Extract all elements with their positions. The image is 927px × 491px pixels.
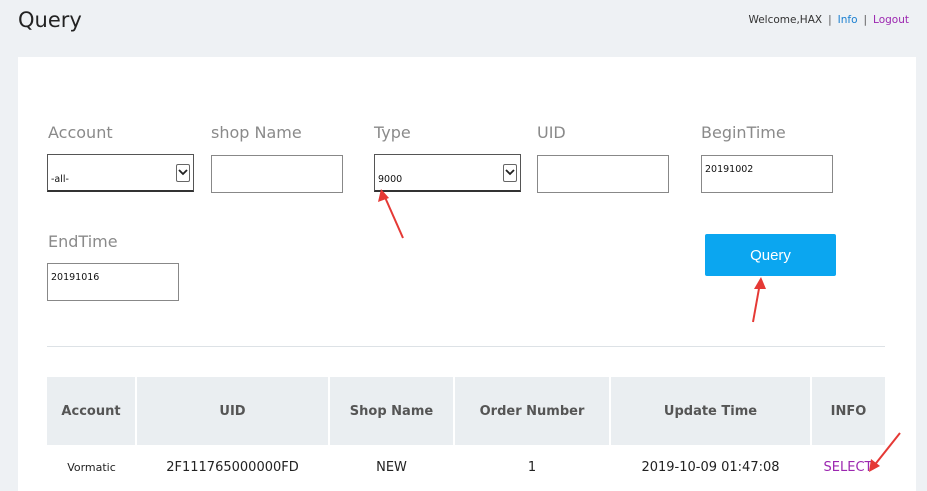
type-label: Type — [374, 123, 411, 142]
account-select[interactable]: -all- — [47, 154, 194, 192]
page-title: Query — [18, 8, 82, 32]
begin-time-input-value: 20191002 — [705, 164, 754, 175]
cell-uid: 2F111765000000FD — [136, 445, 329, 489]
begin-time-label: BeginTime — [701, 123, 786, 142]
divider — [47, 346, 885, 347]
separator: | — [828, 14, 832, 26]
column-header-info: INFO — [810, 377, 885, 445]
user-bar: Welcome,HAX | Info | Logout — [748, 14, 909, 26]
chevron-down-icon — [503, 163, 517, 182]
account-label: Account — [48, 123, 113, 142]
uid-label: UID — [537, 123, 566, 142]
column-header-shop-name: Shop Name — [328, 377, 454, 445]
separator: | — [863, 14, 868, 26]
begin-time-input[interactable]: 20191002 — [701, 155, 833, 193]
table-header-row: Account UID Shop Name Order Number Updat… — [47, 377, 885, 445]
cell-account: Vormatic — [47, 445, 136, 489]
cell-update-time: 2019-10-09 01:47:08 — [610, 445, 811, 489]
query-button[interactable]: Query — [705, 234, 836, 276]
end-time-label: EndTime — [48, 232, 118, 251]
cell-shop-name: NEW — [329, 445, 454, 489]
end-time-input-value: 20191016 — [51, 272, 100, 283]
column-header-uid: UID — [135, 377, 329, 445]
shop-name-label: shop Name — [211, 123, 302, 142]
shop-name-input[interactable] — [211, 155, 343, 193]
column-header-update-time: Update Time — [609, 377, 811, 445]
logout-link[interactable]: Logout — [873, 14, 909, 26]
uid-input[interactable] — [537, 155, 669, 193]
end-time-input[interactable]: 20191016 — [47, 263, 179, 301]
cell-order-number: 1 — [454, 445, 610, 489]
account-select-value: -all- — [51, 174, 69, 185]
welcome-text: Welcome,HAX — [748, 14, 823, 26]
type-select[interactable]: 9000 — [374, 154, 521, 192]
type-select-value: 9000 — [378, 174, 403, 185]
column-header-account: Account — [47, 377, 136, 445]
results-table: Account UID Shop Name Order Number Updat… — [47, 377, 885, 489]
column-header-order-number: Order Number — [453, 377, 610, 445]
chevron-down-icon — [176, 163, 190, 182]
table-row: Vormatic 2F111765000000FD NEW 1 2019-10-… — [47, 445, 885, 489]
info-link[interactable]: Info — [838, 14, 858, 26]
select-link[interactable]: SELECT — [824, 460, 873, 475]
